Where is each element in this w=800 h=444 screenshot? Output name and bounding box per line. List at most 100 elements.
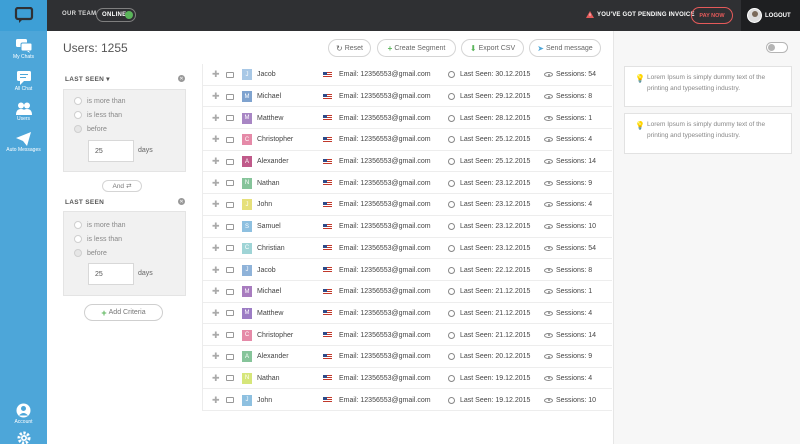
chat-icon[interactable]	[226, 194, 234, 216]
online-toggle[interactable]: ONLINE	[96, 8, 136, 22]
add-icon[interactable]: ✚	[212, 303, 220, 325]
us-flag-icon	[323, 346, 332, 368]
chat-icon[interactable]	[226, 389, 234, 411]
table-row[interactable]: ✚ C Christopher Email: 12356553@gmail.co…	[203, 324, 612, 346]
user-name[interactable]: Nathan	[257, 368, 280, 390]
table-row[interactable]: ✚ N Nathan Email: 12356553@gmail.com Las…	[203, 172, 612, 195]
radio-option-more-than[interactable]: is more than	[74, 221, 126, 229]
radio-option-less-than[interactable]: is less than	[74, 111, 122, 119]
user-name[interactable]: Alexander	[257, 346, 289, 368]
user-name[interactable]: Matthew	[257, 303, 283, 325]
chat-icon[interactable]	[226, 259, 234, 281]
close-filter-icon[interactable]: ✕	[178, 75, 185, 82]
table-row[interactable]: ✚ M Matthew Email: 12356553@gmail.com La…	[203, 107, 612, 130]
add-icon[interactable]: ✚	[212, 259, 220, 281]
chat-icon[interactable]	[226, 129, 234, 151]
radio-option-less-than[interactable]: is less than	[74, 235, 122, 243]
user-name[interactable]: Christopher	[257, 129, 293, 151]
add-icon[interactable]: ✚	[212, 324, 220, 346]
chat-icon[interactable]	[226, 151, 234, 173]
panel-toggle[interactable]	[766, 42, 788, 53]
sidebar-item-account[interactable]: Account	[0, 403, 47, 425]
chat-icon[interactable]	[226, 303, 234, 325]
chat-icon[interactable]	[226, 324, 234, 346]
radio-option-before[interactable]: before	[74, 125, 107, 133]
radio-button[interactable]	[74, 97, 82, 105]
sidebar-item-settings[interactable]	[0, 431, 47, 444]
table-row[interactable]: ✚ M Matthew Email: 12356553@gmail.com La…	[203, 303, 612, 325]
add-icon[interactable]: ✚	[212, 216, 220, 238]
radio-button[interactable]	[74, 111, 82, 119]
export-csv-button[interactable]: ⬇ Export CSV	[461, 39, 524, 57]
table-row[interactable]: ✚ M Michael Email: 12356553@gmail.com La…	[203, 281, 612, 303]
add-icon[interactable]: ✚	[212, 129, 220, 151]
chat-icon[interactable]	[226, 281, 234, 303]
user-name[interactable]: John	[257, 194, 272, 216]
add-icon[interactable]: ✚	[212, 151, 220, 173]
table-row[interactable]: ✚ N Nathan Email: 12356553@gmail.com Las…	[203, 368, 612, 390]
user-name[interactable]: Jacob	[257, 259, 276, 281]
add-icon[interactable]: ✚	[212, 107, 220, 129]
table-row[interactable]: ✚ C Christian Email: 12356553@gmail.com …	[203, 238, 612, 260]
user-name[interactable]: Jacob	[257, 64, 276, 86]
add-criteria-button[interactable]: + Add Criteria	[84, 304, 163, 321]
user-name[interactable]: Michael	[257, 86, 281, 108]
pay-now-button[interactable]: PAY NOW	[691, 7, 733, 24]
user-name[interactable]: Christopher	[257, 324, 293, 346]
radio-button[interactable]	[74, 125, 82, 133]
add-icon[interactable]: ✚	[212, 238, 220, 260]
close-filter-icon[interactable]: ✕	[178, 198, 185, 205]
logout-button[interactable]: LOGOUT	[741, 0, 800, 31]
days-input[interactable]: 25	[88, 140, 134, 162]
sidebar-item-users[interactable]: Users	[0, 102, 47, 122]
radio-button[interactable]	[74, 221, 82, 229]
radio-button[interactable]	[74, 235, 82, 243]
add-icon[interactable]: ✚	[212, 346, 220, 368]
add-icon[interactable]: ✚	[212, 368, 220, 390]
user-name[interactable]: Michael	[257, 281, 281, 303]
chat-icon[interactable]	[226, 368, 234, 390]
user-name[interactable]: Christian	[257, 238, 285, 260]
filter-title[interactable]: LAST SEEN	[65, 199, 104, 206]
table-row[interactable]: ✚ J John Email: 12356553@gmail.com Last …	[203, 389, 612, 411]
add-icon[interactable]: ✚	[212, 281, 220, 303]
chat-icon[interactable]	[226, 346, 234, 368]
table-row[interactable]: ✚ C Christopher Email: 12356553@gmail.co…	[203, 129, 612, 151]
reset-button[interactable]: ↻ Reset	[328, 39, 371, 57]
table-row[interactable]: ✚ J Jacob Email: 12356553@gmail.com Last…	[203, 64, 612, 86]
radio-button[interactable]	[74, 249, 82, 257]
days-input[interactable]: 25	[88, 263, 134, 285]
table-row[interactable]: ✚ A Alexander Email: 12356553@gmail.com …	[203, 346, 612, 368]
sidebar-item-auto-messages[interactable]: Auto Messages	[0, 132, 47, 153]
sidebar-item-all-chat[interactable]: All Chat	[0, 71, 47, 92]
filter-title[interactable]: LAST SEEN ▾	[65, 75, 110, 83]
table-row[interactable]: ✚ J John Email: 12356553@gmail.com Last …	[203, 194, 612, 216]
user-name[interactable]: Matthew	[257, 107, 283, 129]
user-name[interactable]: John	[257, 389, 272, 411]
chat-icon[interactable]	[226, 216, 234, 238]
table-row[interactable]: ✚ M Michael Email: 12356553@gmail.com La…	[203, 86, 612, 108]
add-icon[interactable]: ✚	[212, 389, 220, 411]
sidebar-item-my-chats[interactable]: My Chats	[0, 39, 47, 60]
add-icon[interactable]: ✚	[212, 172, 220, 194]
chat-icon[interactable]	[226, 86, 234, 108]
user-name[interactable]: Alexander	[257, 151, 289, 173]
logo[interactable]	[0, 0, 47, 31]
add-icon[interactable]: ✚	[212, 64, 220, 86]
chat-icon[interactable]	[226, 172, 234, 194]
chat-icon[interactable]	[226, 64, 234, 86]
radio-option-before[interactable]: before	[74, 249, 107, 257]
and-button[interactable]: And ⇄	[102, 180, 142, 192]
user-name[interactable]: Nathan	[257, 172, 280, 194]
table-row[interactable]: ✚ S Samuel Email: 12356553@gmail.com Las…	[203, 216, 612, 238]
table-row[interactable]: ✚ A Alexander Email: 12356553@gmail.com …	[203, 151, 612, 173]
radio-option-more-than[interactable]: is more than	[74, 97, 126, 105]
chat-icon[interactable]	[226, 238, 234, 260]
send-message-button[interactable]: ➤ Send message	[529, 39, 601, 57]
add-icon[interactable]: ✚	[212, 86, 220, 108]
table-row[interactable]: ✚ J Jacob Email: 12356553@gmail.com Last…	[203, 259, 612, 281]
add-icon[interactable]: ✚	[212, 194, 220, 216]
chat-icon[interactable]	[226, 107, 234, 129]
user-name[interactable]: Samuel	[257, 216, 281, 238]
create-segment-button[interactable]: + Create Segment	[377, 39, 456, 57]
